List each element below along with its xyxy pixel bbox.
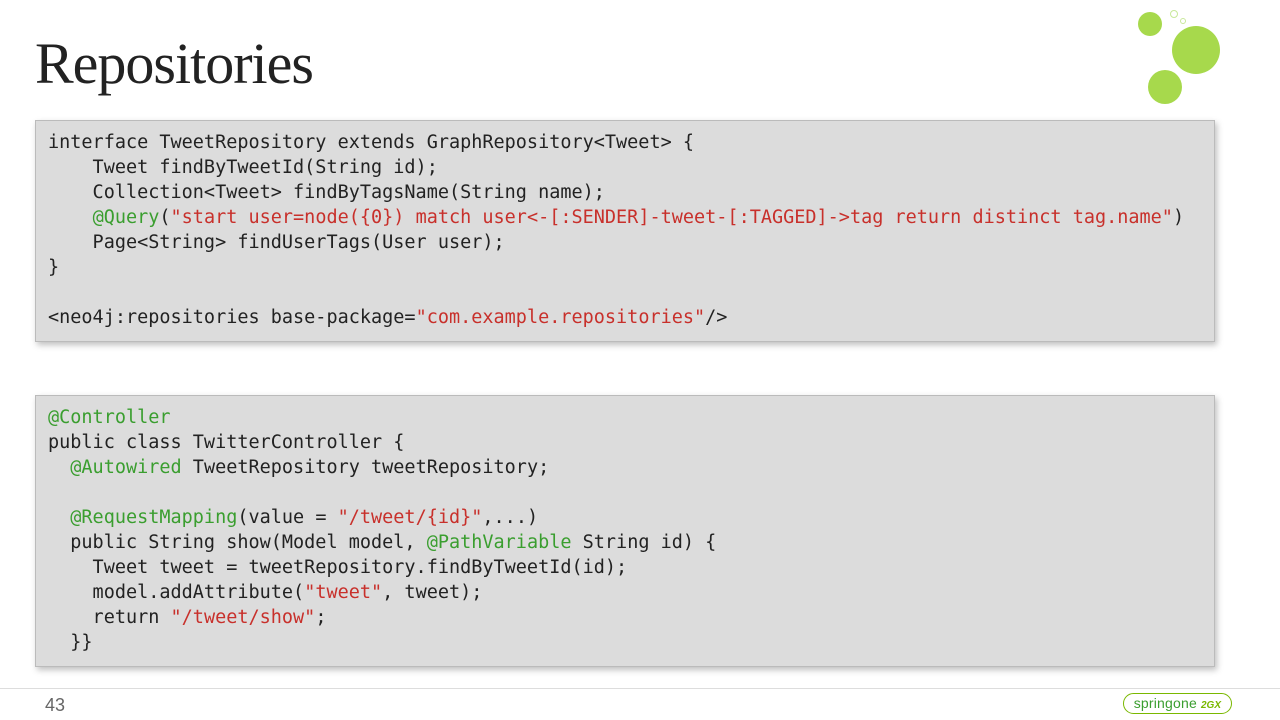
badge-brand: springone — [1134, 695, 1197, 711]
code-indent — [48, 207, 93, 228]
code-line: interface TweetRepository extends GraphR… — [48, 132, 694, 153]
conference-badge: springone 2GX — [1123, 693, 1232, 714]
page-title: Repositories — [35, 30, 313, 97]
code-line: public class TwitterController { — [48, 432, 404, 453]
code-line: Tweet findByTweetId(String id); — [48, 157, 438, 178]
code-text: model.addAttribute( — [48, 582, 304, 603]
code-indent — [48, 507, 70, 528]
page-number: 43 — [45, 695, 65, 716]
code-line: }} — [48, 632, 93, 653]
code-text: /> — [705, 307, 727, 328]
annotation-query: @Query — [93, 207, 160, 228]
code-text: public String show(Model model, — [48, 532, 427, 553]
code-text: ,...) — [482, 507, 538, 528]
string-literal: "/tweet/show" — [171, 607, 316, 628]
annotation-requestmapping: @RequestMapping — [70, 507, 237, 528]
string-literal: "tweet" — [304, 582, 382, 603]
logo-circles — [1130, 8, 1240, 118]
code-text: ) — [1173, 207, 1184, 228]
code-text: ( — [159, 207, 170, 228]
code-text: , tweet); — [382, 582, 482, 603]
code-indent — [48, 457, 70, 478]
footer: 43 springone 2GX — [0, 688, 1280, 720]
annotation-pathvariable: @PathVariable — [427, 532, 572, 553]
code-text: return — [48, 607, 171, 628]
code-block-controller: @Controller public class TwitterControll… — [35, 395, 1215, 667]
string-literal: "start user=node({0}) match user<-[:SEND… — [171, 207, 1173, 228]
code-text: <neo4j:repositories base-package= — [48, 307, 416, 328]
code-block-repository: interface TweetRepository extends GraphR… — [35, 120, 1215, 342]
code-line: Collection<Tweet> findByTagsName(String … — [48, 182, 605, 203]
code-text: TweetRepository tweetRepository; — [182, 457, 550, 478]
code-line: Tweet tweet = tweetRepository.findByTwee… — [48, 557, 627, 578]
badge-sub: 2GX — [1201, 700, 1221, 711]
annotation-autowired: @Autowired — [70, 457, 181, 478]
string-literal: "com.example.repositories" — [416, 307, 706, 328]
annotation-controller: @Controller — [48, 407, 171, 428]
code-line: } — [48, 257, 59, 278]
code-text: (value = — [237, 507, 337, 528]
code-text: String id) { — [572, 532, 717, 553]
string-literal: "/tweet/{id}" — [338, 507, 483, 528]
code-line: Page<String> findUserTags(User user); — [48, 232, 505, 253]
code-text: ; — [315, 607, 326, 628]
